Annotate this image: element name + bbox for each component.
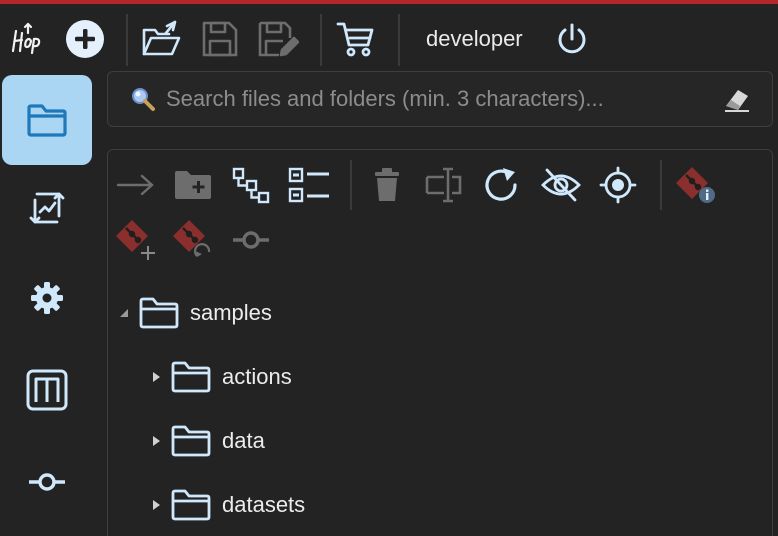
open-folder-icon[interactable] [140, 18, 184, 60]
search-box [107, 71, 773, 127]
collapse-list-icon[interactable] [287, 163, 331, 207]
execution-arrows-icon [29, 192, 65, 224]
folder-icon [139, 297, 179, 329]
open-arrow-icon[interactable] [114, 163, 158, 207]
git-commit-icon [29, 473, 65, 491]
tree-label: actions [222, 364, 292, 389]
tree-label: datasets [222, 492, 306, 517]
refresh-icon[interactable] [479, 163, 523, 207]
tree-row[interactable]: datasets [148, 485, 305, 525]
power-logout-icon[interactable] [550, 18, 594, 60]
folder-icon [27, 104, 67, 137]
git-commit-icon[interactable] [229, 218, 273, 262]
toolbar-separator [320, 14, 322, 66]
tree-row[interactable]: data [148, 421, 265, 461]
rename-icon[interactable] [422, 163, 466, 207]
sidebar-item-git[interactable] [2, 437, 92, 527]
hide-icon[interactable] [539, 163, 583, 207]
folder-icon [171, 489, 211, 521]
save-as-icon[interactable] [256, 18, 300, 60]
expand-arrow-icon[interactable] [148, 497, 164, 513]
folder-icon [171, 425, 211, 457]
file-explorer-panel: samples actions data datasets [107, 149, 773, 536]
select-target-icon[interactable] [596, 163, 640, 207]
tree-label: data [222, 428, 265, 453]
expand-arrow-icon[interactable] [148, 369, 164, 385]
sidebar-item-configuration[interactable] [2, 253, 92, 343]
metadata-m-icon [26, 369, 68, 411]
current-user-label: developer [426, 26, 523, 51]
folder-icon [171, 361, 211, 393]
new-folder-icon[interactable] [171, 163, 215, 207]
toolbar-separator [660, 160, 662, 210]
collapse-arrow-icon[interactable] [116, 305, 132, 321]
new-plus-icon[interactable] [63, 18, 107, 60]
marketplace-cart-icon[interactable] [334, 18, 378, 60]
sidebar-item-execution[interactable] [2, 163, 92, 253]
search-input[interactable] [166, 80, 726, 118]
toolbar-separator [350, 160, 352, 210]
perspective-sidebar [0, 70, 100, 536]
expand-arrow-icon[interactable] [148, 433, 164, 449]
save-icon[interactable] [198, 18, 242, 60]
clear-eraser-icon[interactable] [722, 84, 752, 114]
search-icon [130, 86, 156, 112]
sidebar-item-metadata[interactable] [2, 345, 92, 435]
tree-label: samples [190, 300, 272, 325]
delete-icon[interactable] [365, 163, 409, 207]
toolbar-separator [126, 14, 128, 66]
git-add-icon[interactable] [114, 218, 158, 262]
gear-icon [31, 282, 63, 314]
hop-logo-icon[interactable] [6, 18, 50, 60]
main-toolbar: developer [0, 4, 778, 70]
git-info-icon[interactable] [674, 163, 718, 207]
sidebar-item-explorer[interactable] [2, 75, 92, 165]
expand-tree-icon[interactable] [229, 163, 273, 207]
git-revert-icon[interactable] [171, 218, 215, 262]
tree-row[interactable]: actions [148, 357, 292, 397]
tree-row-root[interactable]: samples [116, 293, 272, 333]
toolbar-separator [398, 14, 400, 66]
